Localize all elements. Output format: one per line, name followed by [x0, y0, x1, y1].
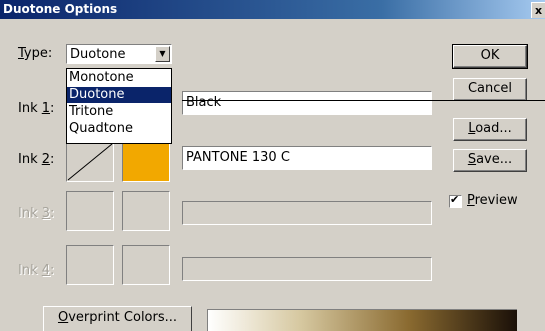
window-title: Duotone Options — [3, 2, 118, 16]
type-label: Type: — [18, 46, 53, 61]
cancel-button[interactable]: Cancel — [453, 78, 527, 101]
ink3-color-swatch — [122, 191, 170, 231]
ink4-label: Ink 4: — [18, 263, 55, 278]
preview-checkbox[interactable]: ✔ — [449, 193, 462, 208]
duotone-curve-icon — [67, 143, 113, 181]
type-select-value: Duotone — [70, 47, 126, 62]
load-button[interactable]: Load... — [453, 118, 527, 141]
close-icon[interactable]: x — [531, 2, 545, 18]
ink2-name-field[interactable]: PANTONE 130 C — [182, 146, 432, 170]
type-option-tritone[interactable]: Tritone — [67, 104, 171, 120]
ink2-label: Ink 2: — [18, 152, 55, 167]
title-bar[interactable]: Duotone Options x — [0, 0, 545, 19]
ink3-label: Ink 3: — [18, 206, 55, 221]
ink3-curve-box — [66, 191, 114, 231]
ink2-color-swatch[interactable] — [122, 142, 170, 182]
chevron-down-icon[interactable]: ▼ — [155, 46, 170, 62]
preview-label[interactable]: Preview — [467, 193, 518, 208]
ink4-name-field — [182, 257, 432, 281]
ink1-label: Ink 1: — [18, 101, 55, 116]
checkmark-icon: ✔ — [450, 193, 460, 206]
overprint-colors-button[interactable]: Overprint Colors... — [43, 306, 192, 331]
type-dropdown-list: Monotone Duotone Tritone Quadtone — [66, 68, 172, 144]
ink3-name-field — [182, 201, 432, 225]
ink4-curve-box — [66, 245, 114, 285]
ok-button[interactable]: OK — [452, 44, 528, 69]
duotone-gradient-ramp — [207, 309, 517, 331]
type-option-quadtone[interactable]: Quadtone — [67, 121, 171, 137]
annotation-pointer-line — [182, 100, 545, 101]
type-option-monotone[interactable]: Monotone — [67, 70, 171, 86]
ink1-name-field[interactable]: Black — [182, 91, 432, 115]
ink4-color-swatch — [122, 245, 170, 285]
type-option-duotone[interactable]: Duotone — [67, 87, 171, 103]
ink2-curve-box[interactable] — [66, 142, 114, 182]
type-select[interactable]: Duotone ▼ — [66, 44, 172, 64]
save-button[interactable]: Save... — [453, 149, 527, 172]
